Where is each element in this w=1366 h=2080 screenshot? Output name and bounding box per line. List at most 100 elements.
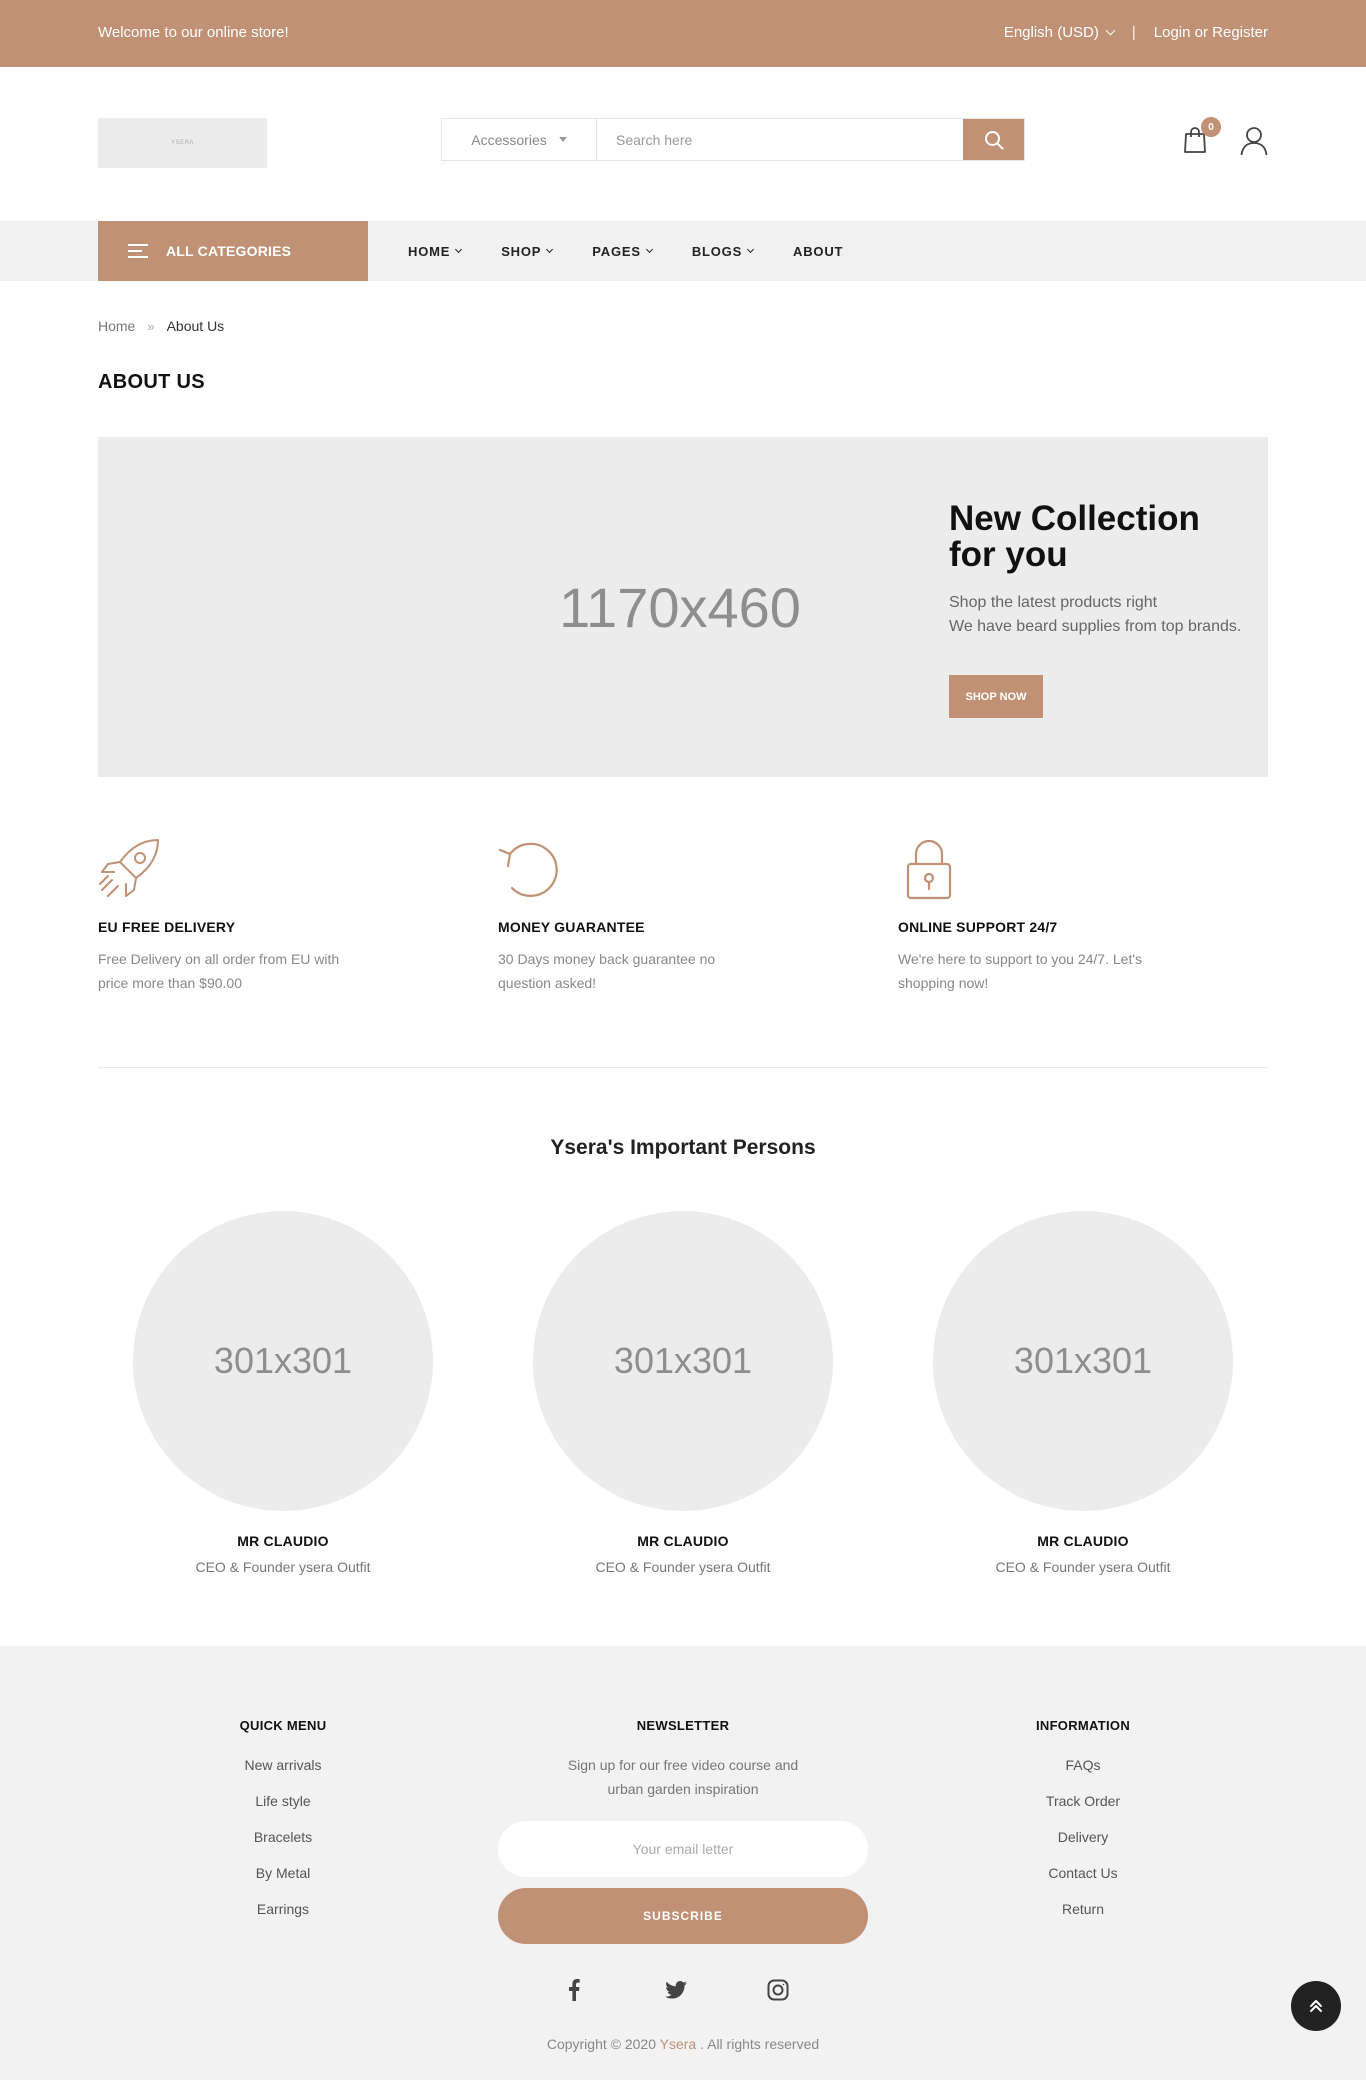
all-categories-label: ALL CATEGORIES xyxy=(166,243,292,259)
feature-guarantee: MONEY GUARANTEE 30 Days money back guara… xyxy=(498,838,798,995)
feature-support-text: We're here to support to you 24/7. Let's… xyxy=(898,951,1143,991)
quick-menu-link[interactable]: By Metal xyxy=(183,1855,383,1891)
nav-shop[interactable]: SHOP xyxy=(501,243,554,259)
logo-text: YSERA xyxy=(171,140,194,146)
search-icon xyxy=(984,130,1003,149)
newsletter-email-input[interactable] xyxy=(498,1821,868,1877)
site-footer: QUICK MENU New arrivals Life style Brace… xyxy=(0,1646,1366,2080)
shop-now-button[interactable]: SHOP NOW xyxy=(949,675,1043,718)
nav-about[interactable]: ABOUT xyxy=(793,244,843,259)
feature-delivery-title: EU FREE DELIVERY xyxy=(98,919,236,935)
team-member-photo: 301x301 xyxy=(933,1211,1233,1511)
search-category-label: Accessories xyxy=(471,131,547,148)
caret-down-icon xyxy=(558,137,567,142)
information-link[interactable]: Delivery xyxy=(983,1819,1183,1855)
newsletter-text: Sign up for our free video course and urb… xyxy=(498,1753,868,1801)
information-link[interactable]: Return xyxy=(983,1891,1183,1927)
search-category-select[interactable]: Accessories xyxy=(442,119,597,160)
copyright-suffix: . All rights reserved xyxy=(700,2036,820,2052)
team-member-photo: 301x301 xyxy=(133,1211,433,1511)
facebook-link[interactable] xyxy=(563,1979,585,2001)
nav-home-label: HOME xyxy=(408,243,451,259)
breadcrumb: Home » About Us xyxy=(98,318,224,334)
all-categories-button[interactable]: ALL CATEGORIES xyxy=(98,221,368,281)
search-input[interactable] xyxy=(597,119,963,160)
quick-menu-link[interactable]: Earrings xyxy=(183,1891,383,1927)
team-member-name: MR CLAUDIO xyxy=(237,1533,329,1549)
rocket-icon xyxy=(99,839,159,897)
currency-selector[interactable]: English (USD) xyxy=(1003,24,1116,41)
site-logo[interactable]: YSERA xyxy=(98,118,267,168)
team-member-role: CEO & Founder ysera Outfit xyxy=(995,1559,1171,1575)
team-member-name: MR CLAUDIO xyxy=(637,1533,729,1549)
banner-text: Shop the latest products right We have be… xyxy=(949,591,1241,639)
nav-shop-label: SHOP xyxy=(501,243,542,259)
refresh-icon xyxy=(498,842,558,897)
information-title: INFORMATION xyxy=(1035,1718,1131,1733)
feature-support: ONLINE SUPPORT 24/7 We're here to suppor… xyxy=(898,838,1198,995)
information-link[interactable]: FAQs xyxy=(983,1747,1183,1783)
feature-delivery: EU FREE DELIVERY Free Delivery on all or… xyxy=(98,838,398,995)
quick-menu-title: QUICK MENU xyxy=(239,1718,327,1733)
feature-guarantee-title: MONEY GUARANTEE xyxy=(498,919,645,935)
chevron-down-icon xyxy=(1105,25,1116,36)
information-link[interactable]: Contact Us xyxy=(983,1855,1183,1891)
footer-quick-menu: QUICK MENU New arrivals Life style Brace… xyxy=(183,1718,383,1927)
nav-pages[interactable]: PAGES xyxy=(592,243,653,259)
account-button[interactable] xyxy=(1240,126,1268,161)
login-register-link[interactable]: Login or Register xyxy=(1154,24,1268,41)
breadcrumb-home-link[interactable]: Home xyxy=(98,318,135,334)
banner-content: New Collection for you Shop the latest pr… xyxy=(949,501,1241,718)
banner-heading: New Collection for you xyxy=(949,501,1241,573)
newsletter-title: NEWSLETTER xyxy=(636,1718,730,1733)
team-member-name: MR CLAUDIO xyxy=(1037,1533,1129,1549)
currency-label: English (USD) xyxy=(1003,24,1099,41)
team-member-role: CEO & Founder ysera Outfit xyxy=(195,1559,371,1575)
banner-heading-line2: for you xyxy=(949,535,1068,574)
section-divider xyxy=(98,1067,1268,1068)
team-member: 301x301 MR CLAUDIO CEO & Founder ysera O… xyxy=(133,1211,433,1575)
double-chevron-up-icon xyxy=(1310,2000,1322,2012)
footer-information: INFORMATION FAQs Track Order Delivery Co… xyxy=(983,1718,1183,1927)
copyright-prefix: Copyright © 2020 xyxy=(546,2036,656,2052)
information-link[interactable]: Track Order xyxy=(983,1783,1183,1819)
banner-text-line2: We have beard supplies from top brands. xyxy=(949,618,1242,635)
quick-menu-link[interactable]: Bracelets xyxy=(183,1819,383,1855)
banner-text-line1: Shop the latest products right xyxy=(949,594,1158,611)
nav-home[interactable]: HOME xyxy=(408,243,463,259)
copyright-brand-link[interactable]: Ysera xyxy=(660,2036,697,2052)
cart-button[interactable]: 0 xyxy=(1183,117,1221,156)
chevron-down-icon xyxy=(747,245,755,253)
social-links xyxy=(563,1979,789,2001)
instagram-link[interactable] xyxy=(767,1979,789,2001)
feature-delivery-text: Free Delivery on all order from EU with … xyxy=(98,951,340,991)
hero-banner: 1170x460 New Collection for you Shop the … xyxy=(98,437,1268,777)
scroll-to-top-button[interactable] xyxy=(1291,1981,1341,2031)
copyright: Copyright © 2020 Ysera . All rights rese… xyxy=(0,2036,1366,2052)
feature-support-title: ONLINE SUPPORT 24/7 xyxy=(898,919,1058,935)
quick-menu-link[interactable]: New arrivals xyxy=(183,1747,383,1783)
breadcrumb-arrow-icon: » xyxy=(147,318,155,334)
top-bar-separator: | xyxy=(1131,24,1136,41)
quick-menu-link[interactable]: Life style xyxy=(183,1783,383,1819)
cart-count-badge: 0 xyxy=(1201,117,1221,137)
top-bar-right: English (USD) | Login or Register xyxy=(1004,24,1268,41)
team-member: 301x301 MR CLAUDIO CEO & Founder ysera O… xyxy=(533,1211,833,1575)
footer-newsletter: NEWSLETTER Sign up for our free video co… xyxy=(498,1718,868,1944)
subscribe-button[interactable]: SUBSCRIBE xyxy=(498,1888,868,1944)
nav-pages-label: PAGES xyxy=(592,243,641,259)
team-member-role: CEO & Founder ysera Outfit xyxy=(595,1559,771,1575)
page-title: ABOUT US xyxy=(98,371,205,393)
chevron-down-icon xyxy=(546,245,554,253)
chevron-down-icon xyxy=(645,245,653,253)
search-bar: Accessories xyxy=(441,118,1025,161)
nav-blogs-label: BLOGS xyxy=(691,243,743,259)
newsletter-text-line1: Sign up for our free video course and xyxy=(567,1757,799,1773)
team-section-title: Ysera's Important Persons xyxy=(550,1136,816,1159)
menu-icon xyxy=(128,244,148,258)
twitter-icon xyxy=(665,1981,687,1999)
twitter-link[interactable] xyxy=(665,1979,687,2001)
nav-blogs[interactable]: BLOGS xyxy=(691,243,755,259)
facebook-icon xyxy=(569,1979,580,2001)
search-button[interactable] xyxy=(963,119,1024,160)
